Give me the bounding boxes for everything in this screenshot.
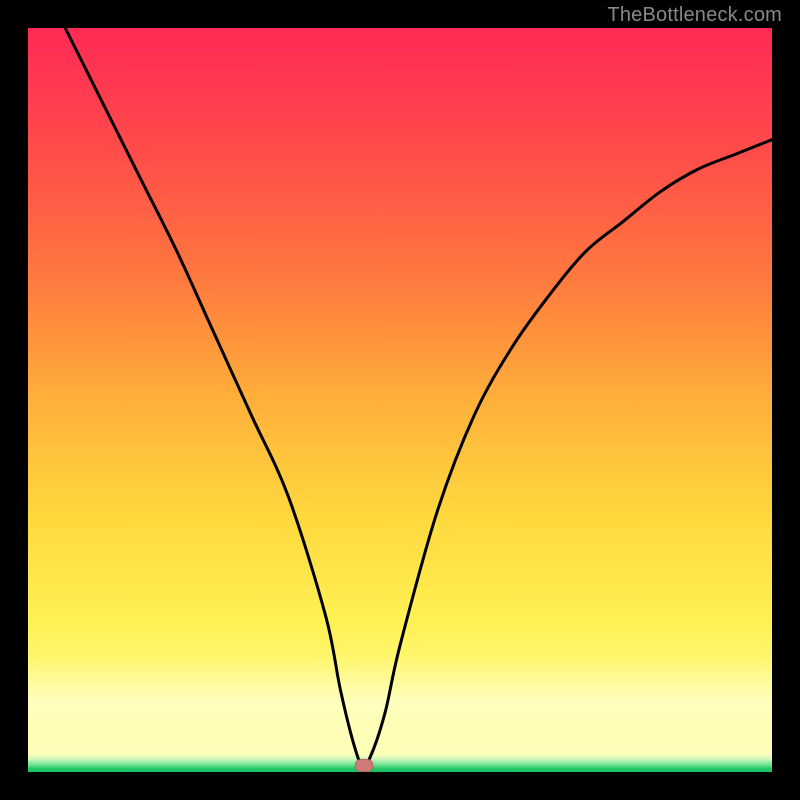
watermark-label: TheBottleneck.com (607, 4, 782, 27)
optimal-point-marker (355, 759, 373, 772)
bottleneck-curve (28, 28, 772, 772)
plot-area (28, 28, 772, 772)
canvas-root: TheBottleneck.com (0, 0, 800, 800)
